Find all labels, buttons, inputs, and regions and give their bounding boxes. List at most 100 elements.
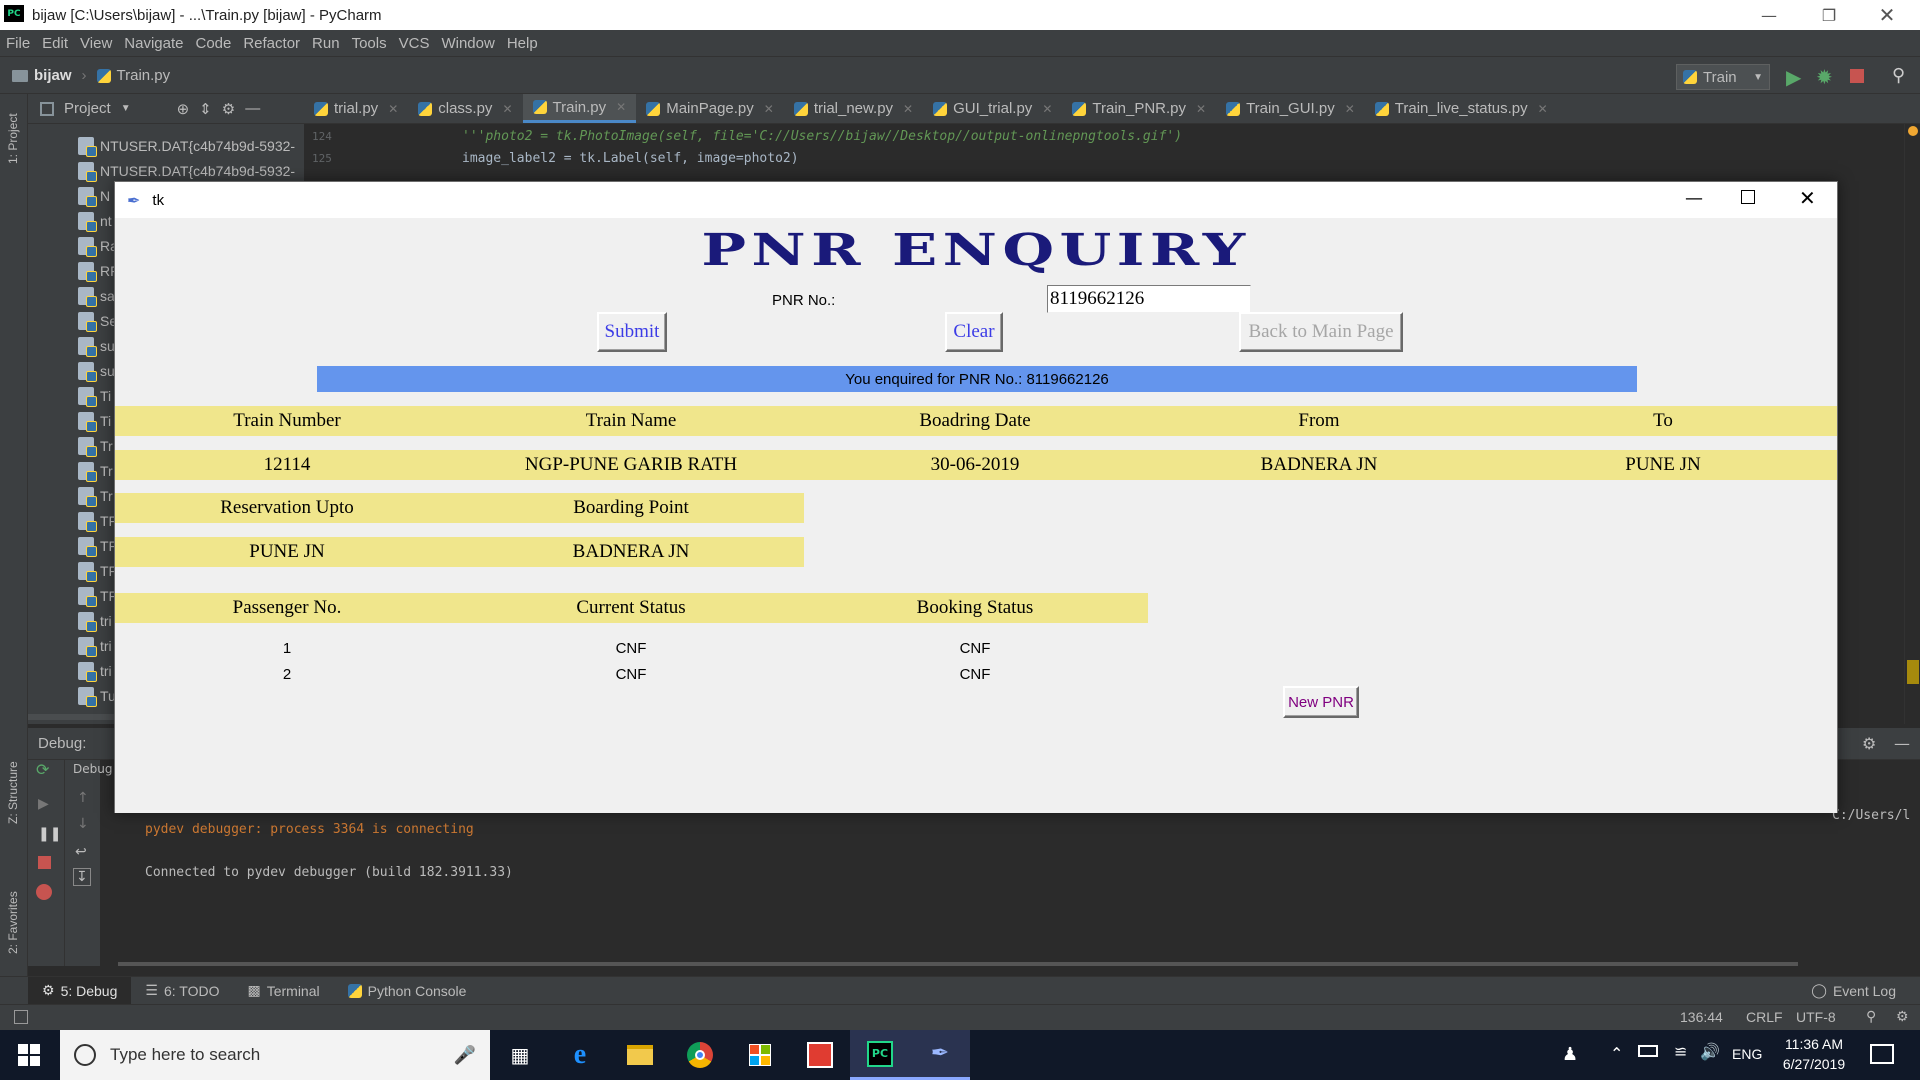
submit-button[interactable]: Submit: [597, 312, 667, 352]
project-tree-item[interactable]: TF: [78, 584, 117, 608]
line-separator[interactable]: CRLF: [1746, 1009, 1783, 1025]
menu-edit[interactable]: Edit: [36, 35, 74, 52]
windows-start-icon[interactable]: [18, 1044, 40, 1066]
tab-class-py[interactable]: class.py ✕: [408, 94, 522, 123]
project-tree-item[interactable]: NTUSER.DAT{c4b74b9d-5932-: [78, 159, 295, 183]
minimize-button[interactable]: —: [1740, 0, 1798, 30]
volume-icon[interactable]: 🔊: [1700, 1042, 1720, 1061]
project-tree-item[interactable]: Tu: [78, 684, 116, 708]
microphone-icon[interactable]: 🎤: [454, 1045, 476, 1066]
menu-navigate[interactable]: Navigate: [118, 35, 189, 52]
project-tree-item[interactable]: tri: [78, 634, 112, 658]
tab-train-py[interactable]: Train.py ✕: [522, 94, 637, 123]
project-tree-item[interactable]: Tr: [78, 459, 113, 483]
close-tab-icon[interactable]: ✕: [1345, 102, 1355, 116]
project-tree-item[interactable]: TF: [78, 534, 117, 558]
structure-tool-tab[interactable]: Z: Structure: [6, 761, 20, 824]
tab-trial-new-py[interactable]: trial_new.py ✕: [784, 94, 923, 123]
hide-icon[interactable]: —: [1894, 734, 1910, 753]
maximize-button[interactable]: [1741, 190, 1755, 204]
tab-todo[interactable]: ☰ 6: TODO: [131, 977, 233, 1005]
close-tab-icon[interactable]: ✕: [502, 102, 512, 116]
run-icon[interactable]: ▶: [1786, 65, 1801, 90]
tab-train-gui-py[interactable]: Train_GUI.py ✕: [1216, 94, 1365, 123]
menu-tools[interactable]: Tools: [346, 35, 393, 52]
tk-feather-icon[interactable]: ✒: [910, 1030, 970, 1080]
project-tree-item[interactable]: TF: [78, 559, 117, 583]
locate-icon[interactable]: ⊕: [177, 100, 190, 118]
wifi-icon[interactable]: ≌: [1674, 1042, 1687, 1061]
menu-view[interactable]: View: [74, 35, 118, 52]
tab-terminal[interactable]: ▩ Terminal: [233, 977, 333, 1005]
resume-icon[interactable]: ▶: [38, 796, 49, 812]
minimize-button[interactable]: —: [1685, 188, 1703, 209]
close-tab-icon[interactable]: ✕: [388, 102, 398, 116]
menu-code[interactable]: Code: [189, 35, 237, 52]
close-button[interactable]: ✕: [1799, 186, 1816, 210]
debug-icon[interactable]: ✹: [1816, 65, 1833, 90]
lock-icon[interactable]: ⚲: [1866, 1008, 1876, 1025]
scroll-to-end-icon[interactable]: ↧: [73, 868, 91, 886]
rerun-icon[interactable]: ⟳: [36, 760, 49, 779]
collapse-icon[interactable]: ⇕: [199, 100, 212, 118]
gear-icon[interactable]: ⚙: [222, 100, 235, 118]
project-tree-item[interactable]: NTUSER.DAT{c4b74b9d-5932-: [78, 134, 295, 158]
inspector-icon[interactable]: ⚙: [1896, 1008, 1909, 1025]
close-tab-icon[interactable]: ✕: [1538, 102, 1548, 116]
project-tree-item[interactable]: su: [78, 334, 115, 358]
breadcrumb-project[interactable]: bijaw: [34, 67, 72, 84]
people-icon[interactable]: ♟: [1562, 1044, 1578, 1065]
code-editor[interactable]: 124 '''photo2 = tk.PhotoImage(self, file…: [304, 124, 1904, 180]
hide-icon[interactable]: —: [245, 100, 260, 117]
gear-icon[interactable]: ⚙: [1862, 734, 1876, 753]
project-tree-item[interactable]: tri: [78, 609, 112, 633]
breakpoints-icon[interactable]: [36, 884, 52, 900]
menu-help[interactable]: Help: [501, 35, 544, 52]
console-scrollbar[interactable]: [118, 962, 1798, 966]
run-configuration-select[interactable]: Train ▼: [1676, 64, 1770, 90]
project-tree-item[interactable]: Se: [78, 309, 117, 333]
close-button[interactable]: ✕: [1858, 0, 1916, 30]
menu-vcs[interactable]: VCS: [393, 35, 436, 52]
breadcrumb-file[interactable]: Train.py: [117, 67, 171, 84]
tab-train-live-status-py[interactable]: Train_live_status.py ✕: [1365, 94, 1558, 123]
project-tree-item[interactable]: TF: [78, 509, 117, 533]
favorites-tool-tab[interactable]: 2: Favorites: [6, 891, 20, 954]
pause-icon[interactable]: ❚❚: [38, 826, 61, 842]
new-pnr-button[interactable]: New PNR: [1283, 686, 1359, 718]
project-tree-item[interactable]: Tr: [78, 484, 113, 508]
edge-icon[interactable]: e: [550, 1030, 610, 1080]
tab-train-pnr-py[interactable]: Train_PNR.py ✕: [1062, 94, 1216, 123]
debug-tab[interactable]: Debug: [73, 762, 112, 776]
tab-python-console[interactable]: Python Console: [334, 977, 481, 1005]
tab-trial-py[interactable]: trial.py ✕: [304, 94, 408, 123]
close-tab-icon[interactable]: ✕: [903, 102, 913, 116]
menu-run[interactable]: Run: [306, 35, 346, 52]
clock[interactable]: 11:36 AM 6/27/2019: [1772, 1036, 1856, 1072]
close-tab-icon[interactable]: ✕: [616, 100, 626, 114]
stop-icon[interactable]: [1850, 69, 1864, 83]
project-tool-tab[interactable]: 1: Project: [6, 113, 20, 164]
up-arrow-icon[interactable]: ↑: [77, 790, 89, 806]
close-tab-icon[interactable]: ✕: [1196, 102, 1206, 116]
event-log-button[interactable]: ◯ Event Log: [1797, 977, 1910, 1005]
search-icon[interactable]: ⚲: [1892, 65, 1905, 86]
tab-gui-trial-py[interactable]: GUI_trial.py ✕: [923, 94, 1062, 123]
close-tab-icon[interactable]: ✕: [1042, 102, 1052, 116]
notifications-icon[interactable]: [1870, 1044, 1894, 1064]
file-explorer-icon[interactable]: [610, 1030, 670, 1080]
project-view-select[interactable]: Project: [64, 100, 111, 117]
project-tree-item[interactable]: su: [78, 359, 115, 383]
project-tree-item[interactable]: tri: [78, 659, 112, 683]
restore-button[interactable]: ❐: [1800, 0, 1858, 30]
battery-icon[interactable]: [1638, 1045, 1658, 1057]
task-view-icon[interactable]: ▦: [490, 1030, 550, 1080]
menu-refactor[interactable]: Refactor: [237, 35, 306, 52]
project-tree-item[interactable]: Tr: [78, 434, 113, 458]
down-arrow-icon[interactable]: ↓: [77, 816, 89, 832]
pycharm-taskbar-icon[interactable]: PC: [850, 1030, 910, 1080]
close-tab-icon[interactable]: ✕: [764, 102, 774, 116]
stop-icon[interactable]: [38, 856, 51, 869]
show-hidden-icons[interactable]: ⌃: [1610, 1044, 1623, 1063]
caret-position[interactable]: 136:44: [1680, 1009, 1723, 1025]
